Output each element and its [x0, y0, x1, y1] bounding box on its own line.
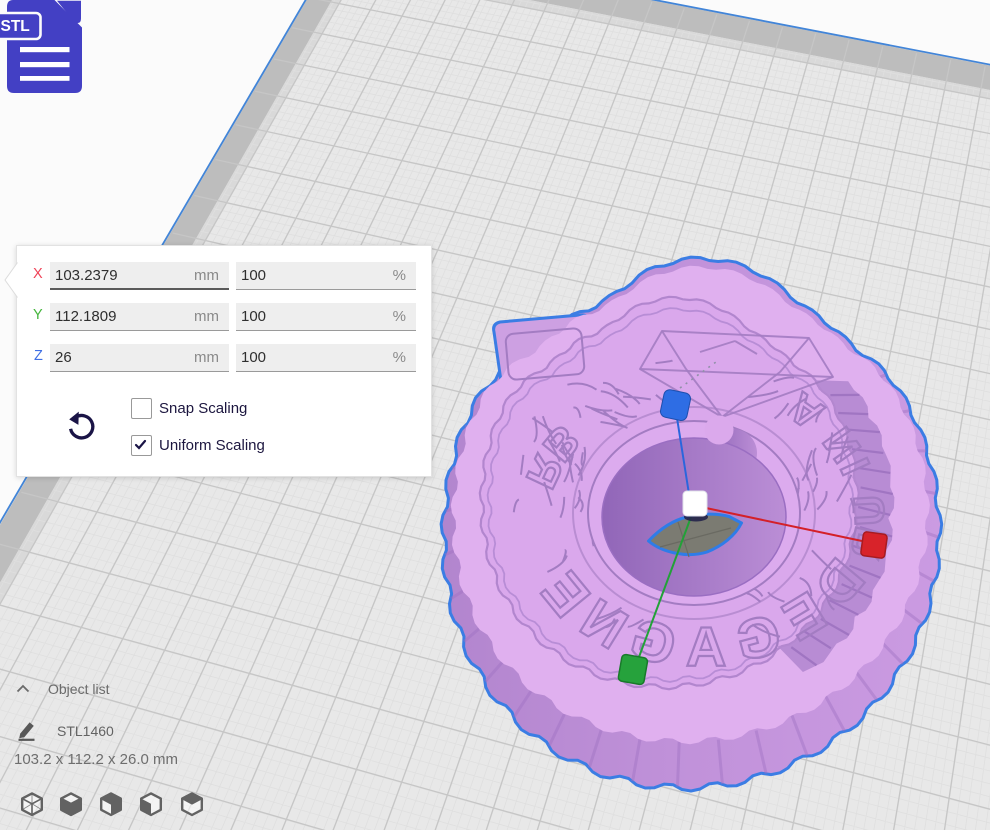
svg-text:STL: STL — [1, 18, 30, 35]
